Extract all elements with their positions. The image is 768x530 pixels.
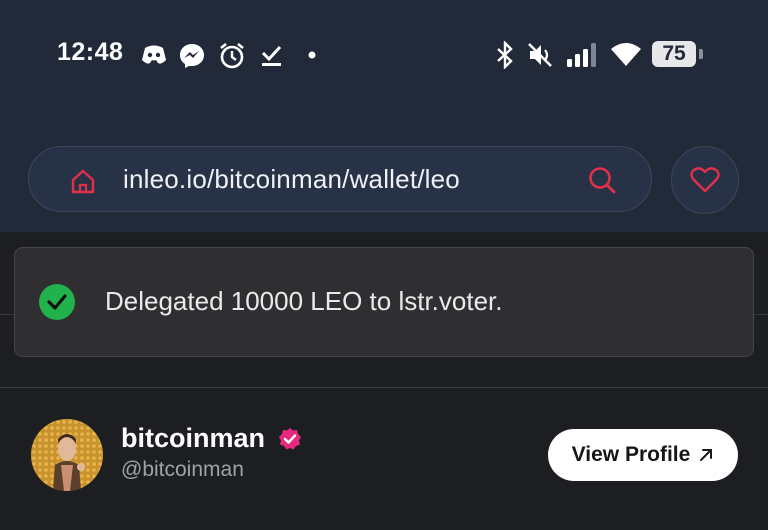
heart-icon[interactable] <box>690 166 720 194</box>
favorite-button[interactable] <box>671 146 739 214</box>
bluetooth-icon <box>497 41 513 69</box>
battery-level: 75 <box>662 42 686 65</box>
avatar[interactable] <box>31 419 103 491</box>
signal-icon <box>567 43 596 67</box>
verified-badge-icon <box>279 428 301 450</box>
home-icon[interactable] <box>69 167 97 195</box>
toast-message: Delegated 10000 LEO to lstr.voter. <box>105 286 503 316</box>
dot-icon <box>308 51 316 59</box>
alarm-icon <box>220 42 244 69</box>
arrow-up-right-icon <box>700 449 713 461</box>
check-circle-icon <box>39 284 75 320</box>
url-text[interactable]: inleo.io/bitcoinman/wallet/leo <box>123 164 460 195</box>
status-bar: 12:48 75 <box>0 30 768 80</box>
view-profile-button[interactable]: View Profile <box>548 429 738 481</box>
checkmark-icon <box>261 45 282 66</box>
status-time: 12:48 <box>57 38 124 66</box>
toast-notification: Delegated 10000 LEO to lstr.voter. <box>14 247 754 357</box>
url-bar[interactable]: inleo.io/bitcoinman/wallet/leo <box>28 146 652 212</box>
messenger-icon <box>180 44 204 68</box>
discord-icon <box>142 45 166 64</box>
profile-name[interactable]: bitcoinman <box>121 423 265 454</box>
wifi-icon <box>611 43 641 66</box>
view-profile-label: View Profile <box>571 443 691 466</box>
battery-icon: 75 <box>652 41 696 67</box>
profile-handle: @bitcoinman <box>121 458 244 481</box>
search-icon[interactable] <box>587 165 617 195</box>
battery-nub <box>699 49 703 59</box>
mute-icon <box>528 43 552 67</box>
browser-header: 12:48 75 inleo.io/bitcoinman/wallet/leo <box>0 0 768 232</box>
divider <box>0 387 768 388</box>
